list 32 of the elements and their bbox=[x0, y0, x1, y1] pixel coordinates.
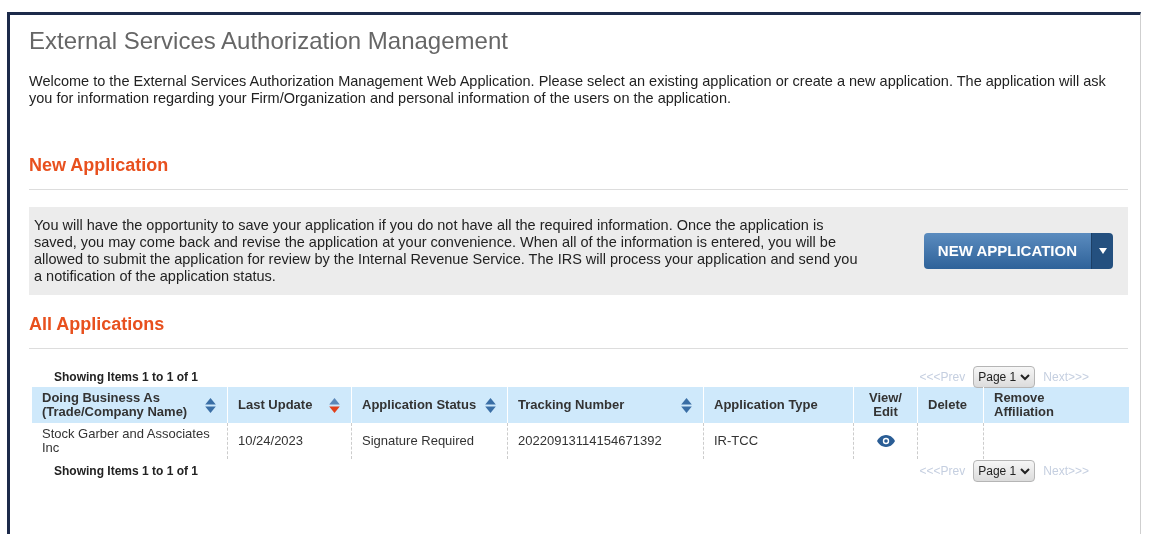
page-select[interactable]: Page 1 bbox=[973, 460, 1036, 482]
new-application-button[interactable]: NEW APPLICATION bbox=[923, 233, 1091, 269]
item-count: Showing Items 1 to 1 of 1 bbox=[54, 369, 199, 386]
column-header[interactable]: Last Update bbox=[228, 387, 352, 423]
table-cell-text: Stock Garber and Associates Inc bbox=[42, 427, 211, 455]
info-text: You will have the opportunity to save your application if you do not have all the required information. Once the application is saved, you may come back and revise the application at your convenience. When all of the information is entered, you will be allowed to submit the application for review by the Internal Revenue Service. The IRS will process your application and send you a notification of the application status. bbox=[34, 217, 859, 285]
chevron-down-icon bbox=[1020, 373, 1031, 381]
sort-icon[interactable] bbox=[680, 396, 693, 414]
sort-icon[interactable] bbox=[204, 396, 217, 414]
item-count: Showing Items 1 to 1 of 1 bbox=[54, 463, 199, 480]
table-cell: IR-TCC bbox=[714, 434, 759, 448]
sort-icon[interactable] bbox=[484, 396, 497, 414]
dropdown-button[interactable] bbox=[1091, 233, 1113, 269]
column-header[interactable]: Doing Business As (Trade/Company Name) bbox=[32, 387, 228, 423]
eye-icon[interactable] bbox=[876, 435, 895, 447]
intro-text: Welcome to the External Services Authorization Management Web Application. Please select an existing application or create a new application. The application will ask you for information regarding your Firm/Organization and personal information of the users on the application. bbox=[29, 73, 1107, 107]
column-header[interactable]: Delete bbox=[918, 387, 984, 423]
page-select[interactable]: Page 1 bbox=[973, 366, 1036, 388]
column-header[interactable]: View/ Edit bbox=[854, 387, 918, 423]
table-cell: 10/24/2023 bbox=[238, 434, 304, 448]
page-title: External Services Authorization Management bbox=[29, 26, 509, 56]
section-heading: New Application bbox=[29, 154, 170, 177]
column-header[interactable]: Application Type bbox=[704, 387, 854, 423]
table-cell: Signature Required bbox=[362, 434, 475, 448]
column-header[interactable]: Tracking Number bbox=[508, 387, 704, 423]
table-cell: 20220913114154671392 bbox=[518, 434, 662, 448]
column-header[interactable]: Application Status bbox=[352, 387, 508, 423]
caret-icon bbox=[1098, 248, 1107, 254]
column-header[interactable]: Remove Affiliation bbox=[984, 387, 1116, 423]
chevron-down-icon bbox=[1020, 467, 1031, 475]
sort-icon[interactable] bbox=[328, 396, 341, 414]
section-heading: All Applications bbox=[29, 313, 166, 336]
